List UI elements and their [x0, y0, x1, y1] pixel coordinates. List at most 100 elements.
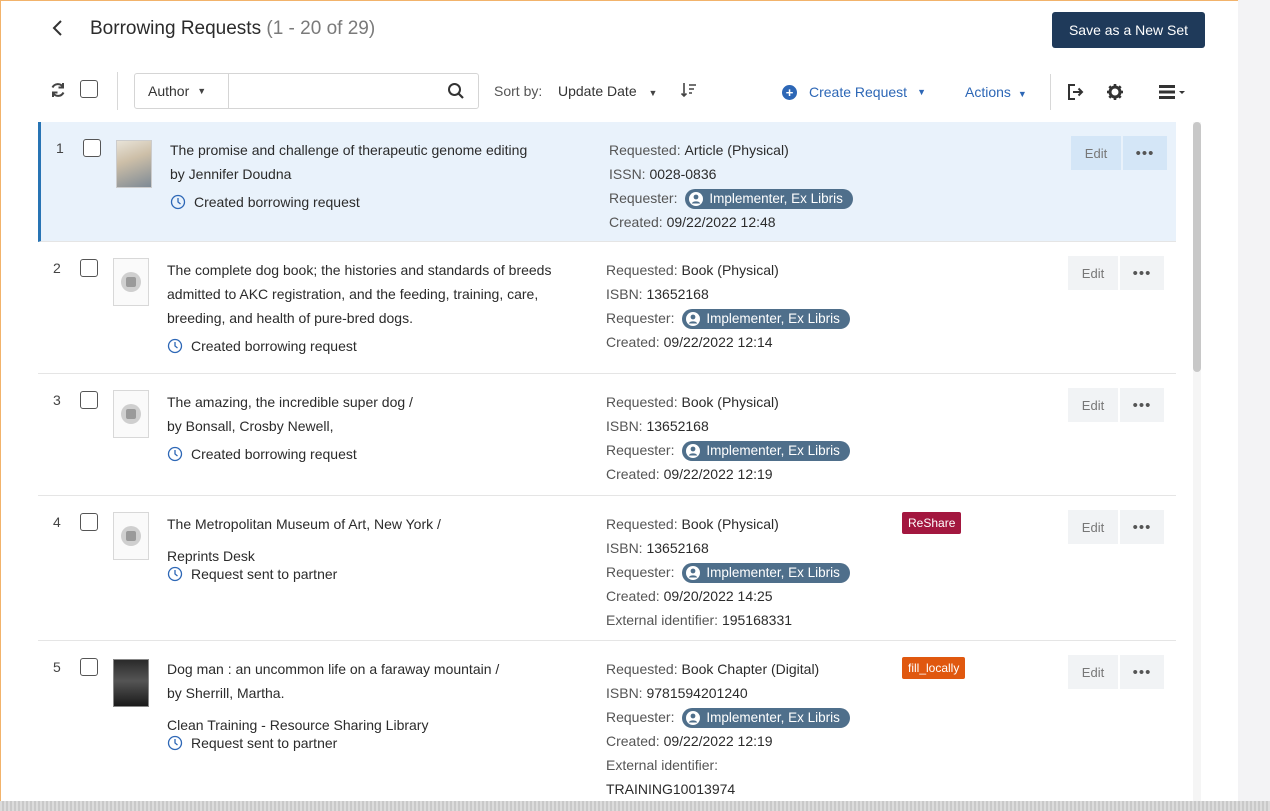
edit-button[interactable]: Edit [1068, 655, 1118, 689]
sort-direction-icon[interactable] [680, 81, 698, 99]
request-status-text: Request sent to partner [191, 735, 338, 751]
partner-name: Reprints Desk [167, 548, 255, 564]
request-status: Created borrowing request [170, 194, 360, 210]
requester-name: Implementer, Ex Libris [709, 191, 843, 207]
request-author: by Sherrill, Martha. [167, 685, 285, 701]
external-id-label: External identifier: [606, 757, 719, 773]
page-title-text: Borrowing Requests [90, 18, 262, 39]
requested-value: Book Chapter (Digital) [681, 661, 820, 677]
list-item[interactable]: 4 The Metropolitan Museum of Art, New Yo… [38, 496, 1176, 641]
magazine-cover-thumbnail [116, 140, 152, 188]
requested-value: Article (Physical) [684, 142, 789, 158]
request-status: Created borrowing request [167, 338, 357, 354]
partner-tag-fill-locally[interactable]: fill_locally [902, 657, 966, 679]
requested-label: Requested: [606, 661, 678, 677]
edit-button[interactable]: Edit [1071, 136, 1121, 170]
more-options-button[interactable]: ••• [1120, 655, 1164, 689]
row-checkbox[interactable] [80, 259, 98, 277]
created-value: 09/22/2022 12:19 [663, 733, 773, 749]
page-header: Borrowing Requests (1 - 20 of 29) Save a… [0, 0, 1238, 60]
more-options-button[interactable]: ••• [1120, 388, 1164, 422]
caret-down-icon: ▼ [1017, 89, 1027, 99]
sort-label: Sort by: [494, 83, 543, 99]
requested-label: Requested: [606, 394, 678, 410]
list-item[interactable]: 1 The promise and challenge of therapeut… [38, 122, 1176, 242]
created-value: 09/22/2022 12:48 [666, 214, 776, 230]
row-checkbox[interactable] [80, 391, 98, 409]
identifier-value: 13652168 [646, 540, 709, 556]
search-icon[interactable] [447, 82, 465, 100]
list-scrollbar[interactable] [1193, 122, 1201, 802]
requester-pill[interactable]: Implementer, Ex Libris [682, 441, 850, 462]
external-id-value: 195168331 [721, 612, 793, 628]
request-status-text: Created borrowing request [191, 446, 357, 462]
request-title[interactable]: The complete dog book; the histories and… [167, 258, 587, 330]
requester-pill[interactable]: Implementer, Ex Libris [685, 189, 853, 210]
more-options-button[interactable]: ••• [1120, 510, 1164, 544]
user-icon [689, 192, 704, 207]
row-checkbox[interactable] [80, 658, 98, 676]
scrollbar-thumb[interactable] [1193, 122, 1201, 372]
row-number: 2 [53, 260, 61, 276]
search-input[interactable] [230, 74, 440, 108]
request-details: Requested: Book Chapter (Digital) ISBN: … [606, 657, 926, 801]
request-title[interactable]: The promise and challenge of therapeutic… [170, 138, 590, 162]
request-author: by Bonsall, Crosby Newell, [167, 418, 334, 434]
requested-value: Book (Physical) [681, 394, 779, 410]
created-label: Created: [606, 733, 660, 749]
toolbar-divider [1050, 74, 1051, 110]
identifier-label: ISBN: [606, 540, 643, 556]
requester-pill[interactable]: Implementer, Ex Libris [682, 708, 850, 729]
refresh-icon[interactable] [48, 80, 68, 100]
toolbar: Author ▼ Sort by: Update Date ▼ + Create… [0, 70, 1238, 114]
edit-button[interactable]: Edit [1068, 256, 1118, 290]
create-request-button[interactable]: + Create Request ▼ [782, 84, 926, 100]
row-checkbox[interactable] [80, 513, 98, 531]
edit-button[interactable]: Edit [1068, 388, 1118, 422]
requester-name: Implementer, Ex Libris [706, 311, 840, 327]
actions-menu[interactable]: Actions ▼ [965, 84, 1027, 100]
more-options-button[interactable]: ••• [1120, 256, 1164, 290]
select-all-checkbox[interactable] [80, 80, 98, 98]
gear-icon[interactable] [1106, 83, 1124, 101]
edit-button[interactable]: Edit [1068, 510, 1118, 544]
list-view-icon[interactable] [1158, 83, 1188, 101]
sort-dropdown[interactable]: Update Date ▼ [558, 83, 657, 99]
created-value: 09/20/2022 14:25 [663, 588, 773, 604]
list-item[interactable]: 2 The complete dog book; the histories a… [38, 242, 1176, 374]
more-options-button[interactable]: ••• [1123, 136, 1167, 170]
identifier-value: 13652168 [646, 286, 709, 302]
created-value: 09/22/2022 12:19 [663, 466, 773, 482]
requested-value: Book (Physical) [681, 516, 779, 532]
sort-value-text: Update Date [558, 83, 637, 99]
requester-label: Requester: [606, 709, 675, 725]
request-details: Requested: Book (Physical) ISBN: 1365216… [606, 512, 926, 632]
list-item[interactable]: 5 Dog man : an uncommon life on a farawa… [38, 641, 1176, 802]
requester-pill[interactable]: Implementer, Ex Libris [682, 309, 850, 330]
actions-label: Actions [965, 84, 1011, 100]
list-item[interactable]: 3 The amazing, the incredible super dog … [38, 374, 1176, 496]
request-status-text: Request sent to partner [191, 566, 338, 582]
request-title[interactable]: Dog man : an uncommon life on a faraway … [167, 657, 587, 681]
identifier-label: ISBN: [606, 685, 643, 701]
back-arrow-icon[interactable] [48, 16, 68, 40]
search-field-dropdown[interactable]: Author ▼ [135, 74, 229, 108]
row-checkbox[interactable] [83, 139, 101, 157]
export-icon[interactable] [1066, 83, 1084, 101]
requester-pill[interactable]: Implementer, Ex Libris [682, 563, 850, 584]
identifier-label: ISBN: [606, 418, 643, 434]
requester-label: Requester: [606, 310, 675, 326]
search-field-label: Author [148, 83, 190, 99]
request-title-block: The amazing, the incredible super dog / … [167, 390, 587, 438]
clock-icon [167, 446, 183, 462]
created-label: Created: [606, 466, 660, 482]
request-status: Created borrowing request [167, 446, 357, 462]
save-as-new-set-button[interactable]: Save as a New Set [1052, 12, 1205, 48]
partner-tag-reshare[interactable]: ReShare [902, 512, 962, 534]
toolbar-divider [117, 72, 118, 110]
requester-name: Implementer, Ex Libris [706, 710, 840, 726]
request-title[interactable]: The Metropolitan Museum of Art, New York… [167, 512, 587, 536]
request-title[interactable]: The amazing, the incredible super dog / [167, 390, 587, 414]
row-number: 4 [53, 514, 61, 530]
request-status-text: Created borrowing request [191, 338, 357, 354]
